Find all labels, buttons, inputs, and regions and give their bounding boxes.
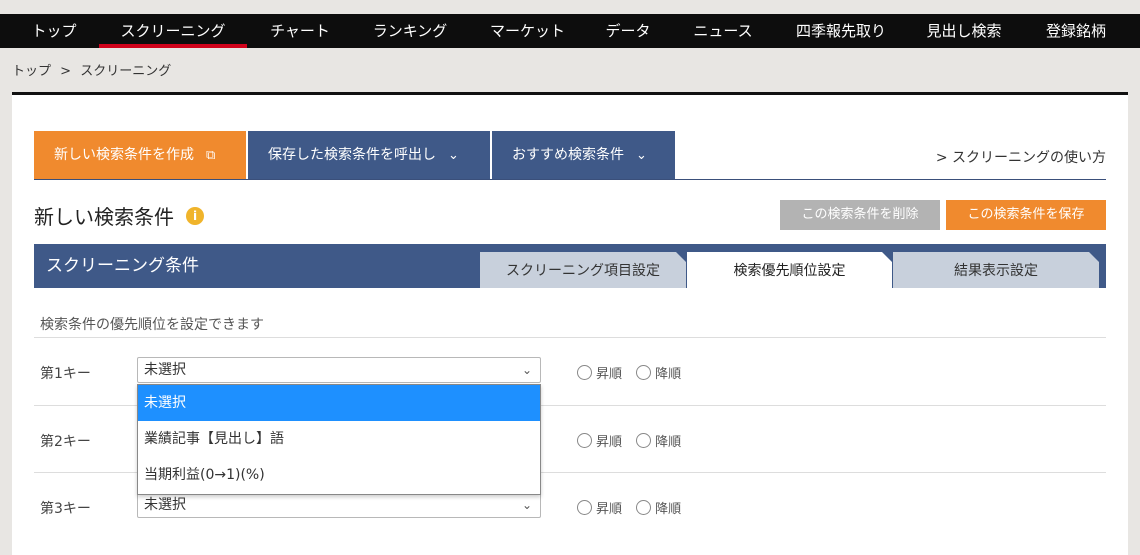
info-icon[interactable]: i [186,207,204,225]
nav-item-headline-search[interactable]: 見出し検索 [914,14,1014,48]
save-condition-button[interactable]: この検索条件を保存 [946,200,1106,230]
nav-item-market[interactable]: マーケット [475,14,580,48]
key2-desc-radio[interactable]: 降順 [636,431,681,450]
nav-item-top[interactable]: トップ [18,14,90,48]
key3-select[interactable]: 未選択 ⌄ [137,492,541,518]
recommended-conditions-button[interactable]: おすすめ検索条件 ⌄ [492,131,675,180]
nav-item-screening[interactable]: スクリーニング [99,14,247,48]
action-underline [34,179,1106,180]
key3-asc-radio[interactable]: 昇順 [577,498,622,517]
radio-icon [577,500,592,515]
key2-order: 昇順 降順 [577,431,691,450]
howto-link[interactable]: > スクリーニングの使い方 [936,147,1106,167]
nav-item-news[interactable]: ニュース [678,14,768,48]
radio-icon [577,433,592,448]
radio-icon [636,500,652,515]
screening-bar: スクリーニング条件 スクリーニング項目設定 検索優先順位設定 結果表示設定 [34,244,1106,288]
radio-icon [636,433,652,448]
key3-desc-radio[interactable]: 降順 [636,498,681,517]
nav-item-shikiho[interactable]: 四季報先取り [786,14,896,48]
key3-order: 昇順 降順 [577,498,691,517]
tab-result-display[interactable]: 結果表示設定 [893,252,1099,288]
tab-corner [676,252,686,262]
breadcrumb-separator: > [60,64,72,79]
chevron-down-icon: ⌄ [521,363,532,377]
key1-asc-label: 昇順 [596,367,623,382]
key1-label: 第1キー [40,366,91,382]
tab-search-priority-label: 検索優先順位設定 [733,263,846,279]
new-window-icon: ⧉ [206,148,216,163]
description-text: 検索条件の優先順位を設定できます [40,317,264,333]
recommended-conditions-label: おすすめ検索条件 [512,147,624,163]
nav-item-registered[interactable]: 登録銘柄 [1030,14,1122,48]
radio-icon [577,365,592,380]
page-title: 新しい検索条件 [34,205,174,229]
saved-conditions-button[interactable]: 保存した検索条件を呼出し ⌄ [248,131,490,180]
chevron-down-icon: ⌄ [636,148,647,163]
key3-asc-label: 昇順 [596,502,623,517]
key1-select[interactable]: 未選択 ⌄ [137,357,541,383]
nav-item-chart[interactable]: チャート [255,14,345,48]
tab-corner [1089,252,1099,262]
chevron-down-icon: ⌄ [448,148,459,163]
tab-screening-items-label: スクリーニング項目設定 [506,263,660,279]
chevron-down-icon: ⌄ [521,498,532,512]
key3-select-value: 未選択 [144,497,186,513]
key2-desc-label: 降順 [655,435,682,450]
dropdown-option[interactable]: 業績記事【見出し】語 [138,421,540,457]
key1-desc-radio[interactable]: 降順 [636,363,681,382]
new-condition-label: 新しい検索条件を作成 [54,147,194,163]
key2-asc-radio[interactable]: 昇順 [577,431,622,450]
dropdown-option[interactable]: 当期利益(0→1)(%) [138,457,540,493]
new-condition-button[interactable]: 新しい検索条件を作成 ⧉ [34,131,246,180]
key1-dropdown-list: 未選択 業績記事【見出し】語 当期利益(0→1)(%) [137,384,541,495]
dropdown-option[interactable]: 未選択 [138,385,540,421]
divider [34,337,1106,338]
key1-select-value: 未選択 [144,362,186,378]
screening-title: スクリーニング条件 [46,256,199,276]
key1-asc-radio[interactable]: 昇順 [577,363,622,382]
key2-asc-label: 昇順 [596,435,623,450]
global-nav: トップ スクリーニング チャート ランキング マーケット データ ニュース 四季… [0,14,1140,48]
tab-search-priority[interactable]: 検索優先順位設定 [687,252,892,288]
key3-desc-label: 降順 [655,502,682,517]
tab-screening-items[interactable]: スクリーニング項目設定 [480,252,686,288]
saved-conditions-label: 保存した検索条件を呼出し [268,147,436,163]
key1-order: 昇順 降順 [577,363,691,382]
key3-label: 第3キー [40,501,91,517]
key1-desc-label: 降順 [655,367,682,382]
breadcrumb-home[interactable]: トップ [12,64,51,79]
key2-label: 第2キー [40,434,91,450]
nav-item-ranking[interactable]: ランキング [355,14,465,48]
breadcrumb: トップ > スクリーニング [12,60,171,79]
radio-icon [636,365,652,380]
breadcrumb-current: スクリーニング [80,64,172,79]
nav-item-data[interactable]: データ [592,14,664,48]
top-strip [0,0,1140,14]
delete-condition-button[interactable]: この検索条件を削除 [780,200,940,230]
tab-corner [882,252,892,262]
tab-result-display-label: 結果表示設定 [954,263,1038,279]
